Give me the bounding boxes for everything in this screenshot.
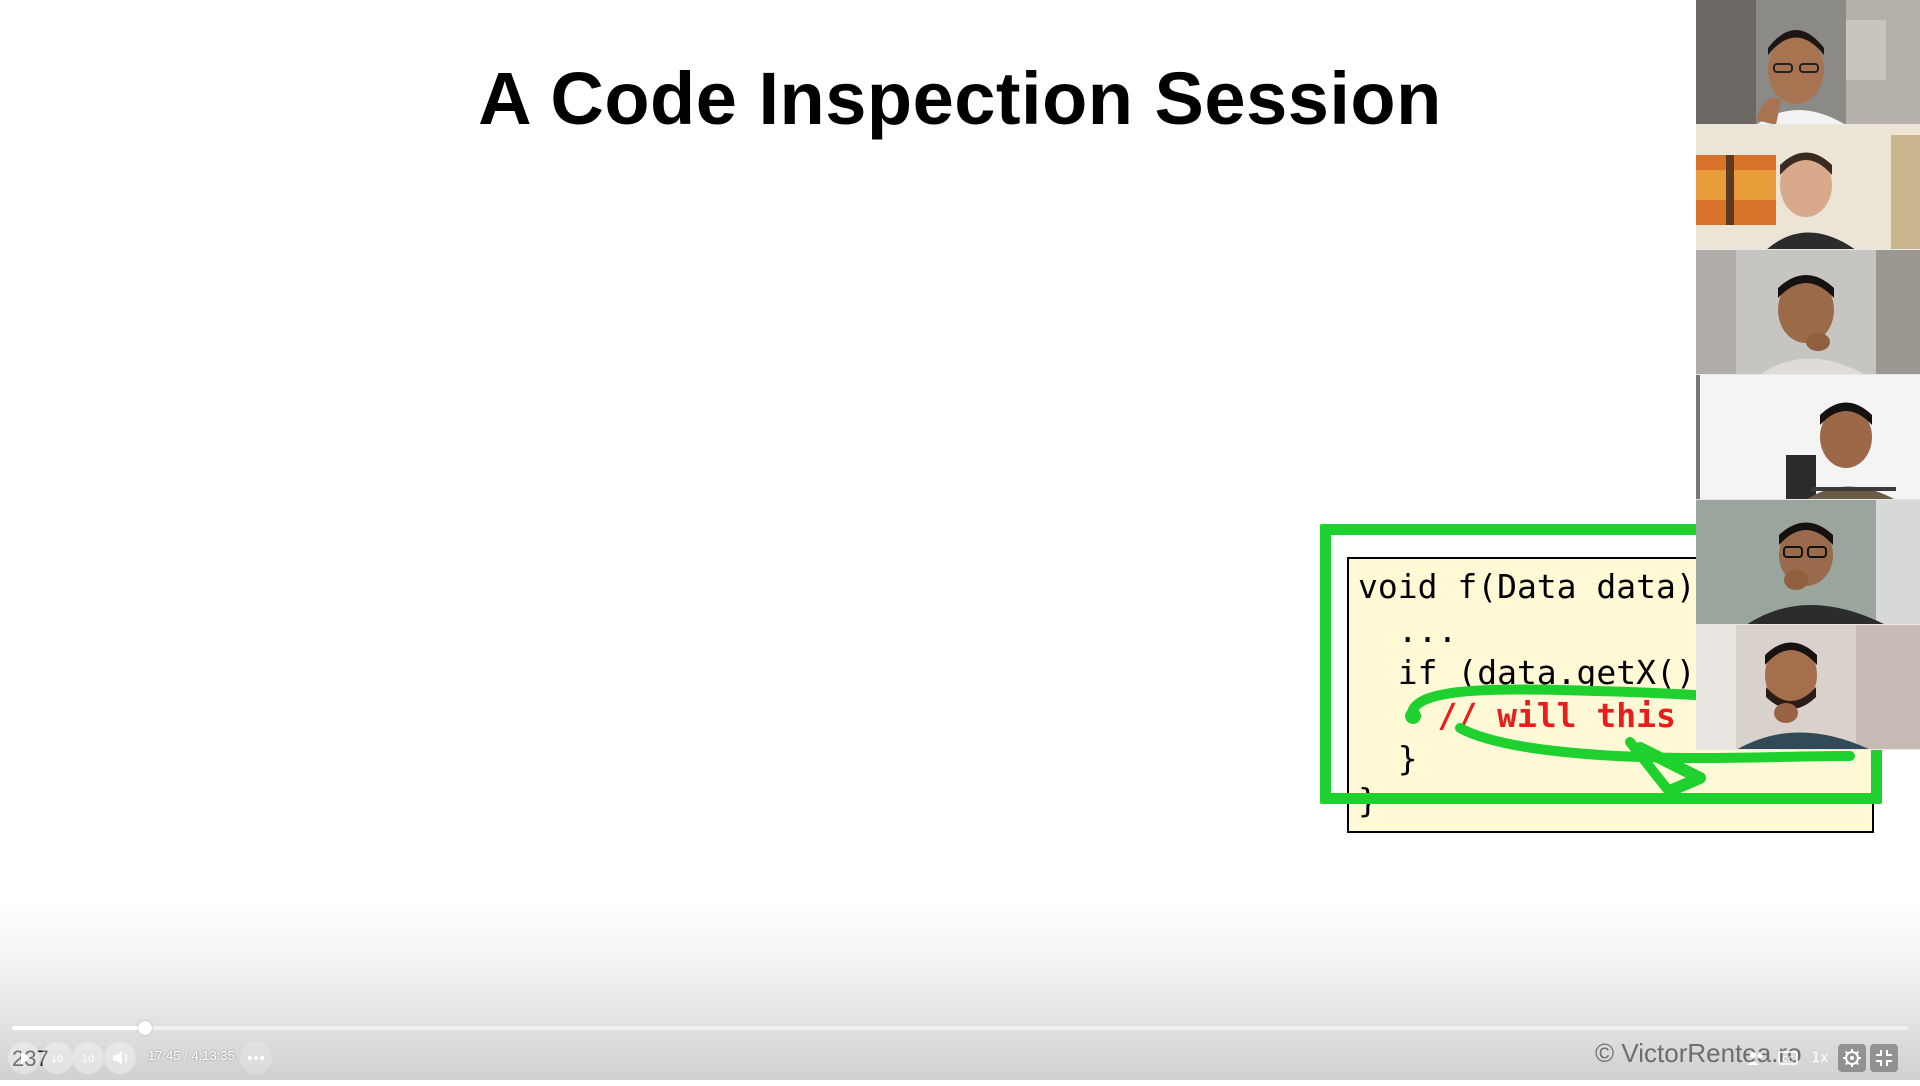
gear-icon [1843,1049,1861,1067]
playback-speed-button[interactable]: 1x [1806,1044,1834,1072]
play-button[interactable] [8,1042,40,1074]
participant-video-panel [1696,0,1920,756]
svg-text:CC: CC [1782,1055,1794,1064]
watermark: © VictorRentea.ro [1595,1038,1802,1068]
fullscreen-exit-button[interactable] [1870,1044,1898,1072]
exit-fullscreen-icon [1876,1050,1892,1066]
participant-video-5 [1696,500,1920,625]
participant-video-2 [1696,125,1920,250]
participant-video-4 [1696,375,1920,500]
progress-scrubber-handle[interactable] [138,1021,153,1035]
settings-button[interactable] [1838,1044,1866,1072]
more-options-button[interactable] [240,1042,272,1074]
closed-captions-icon: CC [1778,1051,1798,1065]
skip-back-button[interactable]: 10 [41,1042,73,1074]
participants-toggle-button[interactable] [1742,1044,1770,1072]
forward-10-icon: 10 [81,1054,95,1065]
progress-bar[interactable] [12,1021,1908,1035]
volume-button[interactable] [104,1042,136,1074]
participant-video-3 [1696,250,1920,375]
time-display: 17:45 / 4:13:35 [148,1048,235,1063]
participant-video-1 [1696,0,1920,125]
captions-button[interactable]: CC [1774,1044,1802,1072]
participant-video-6 [1696,625,1920,750]
play-icon [21,1052,30,1064]
skip-forward-button[interactable]: 10 [72,1042,104,1074]
rewind-10-icon: 10 [50,1054,64,1065]
slide-title: A Code Inspection Session [478,57,1442,140]
people-icon [1747,1052,1763,1065]
speaker-icon [113,1051,128,1065]
ellipsis-icon [248,1056,264,1060]
progress-bar-fill [12,1026,146,1030]
